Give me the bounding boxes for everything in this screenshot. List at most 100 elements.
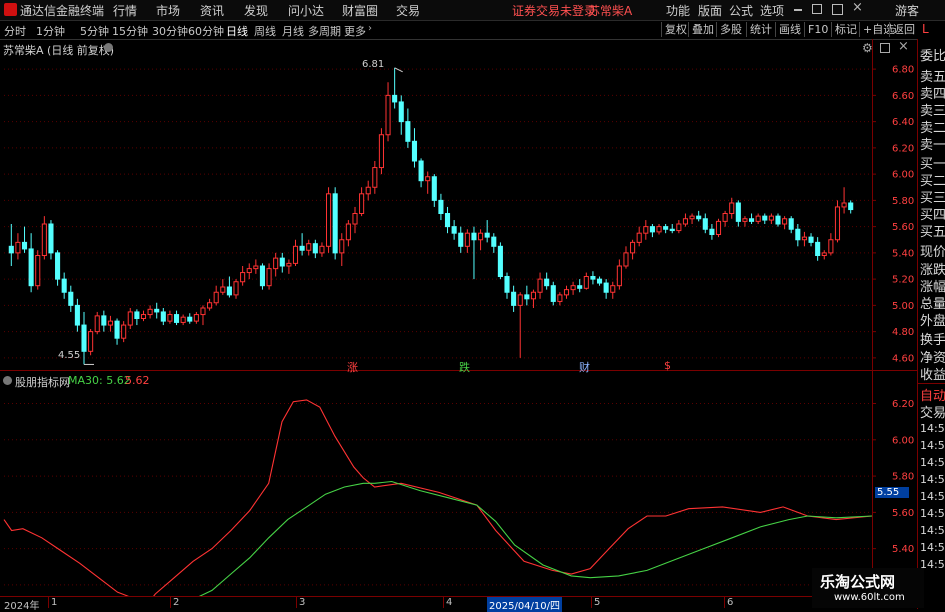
y-tick-label: 6.20 xyxy=(892,143,914,154)
candle xyxy=(590,271,596,285)
candle xyxy=(808,233,814,247)
candle xyxy=(544,272,550,290)
panel-time-3: 14:56 xyxy=(920,456,945,469)
candle xyxy=(537,272,543,299)
candle xyxy=(762,213,768,224)
candle xyxy=(286,259,292,274)
candle xyxy=(378,128,384,175)
event-marker-die[interactable]: 跌 xyxy=(459,359,470,375)
panel-turnover: 换手 xyxy=(920,333,945,348)
candle xyxy=(273,252,279,277)
candle xyxy=(484,220,490,243)
y-tick-label: 6.80 xyxy=(892,65,914,76)
candle xyxy=(312,239,318,259)
candle xyxy=(504,272,510,299)
candle xyxy=(398,95,404,135)
candle xyxy=(742,216,748,227)
y-tick-label: 5.80 xyxy=(892,472,914,483)
candle xyxy=(563,285,570,299)
panel-time-5: 14:56 xyxy=(920,490,945,503)
candle xyxy=(524,285,530,306)
candle xyxy=(848,200,854,214)
panel-trade[interactable]: 交易 xyxy=(920,402,945,421)
candle xyxy=(326,187,332,253)
candle xyxy=(88,329,94,356)
candle xyxy=(114,318,120,345)
candle xyxy=(768,213,774,224)
candle xyxy=(649,224,655,238)
y-tick-label: 6.60 xyxy=(892,91,914,102)
candle xyxy=(663,224,669,234)
event-marker-cai[interactable]: 财 xyxy=(579,359,590,375)
timeline-cursor-date: 2025/04/10/四 xyxy=(487,597,563,612)
y-tick-label: 5.40 xyxy=(892,544,914,555)
candle xyxy=(577,279,583,293)
candle xyxy=(478,229,484,251)
candle xyxy=(332,187,338,260)
candle xyxy=(557,292,563,306)
watermark-title: 乐淘公式网 xyxy=(820,573,896,591)
panel-divider xyxy=(918,383,945,384)
watermark-logo: 乐淘公式网 www.60lt.com xyxy=(812,568,924,608)
candle xyxy=(669,224,675,234)
timeline-month-5: 5 xyxy=(591,597,600,608)
series-line-ma30 xyxy=(3,399,873,602)
candle xyxy=(603,279,609,299)
indicator-current-value: 5.55 xyxy=(875,487,910,498)
y-tick-label: 4.80 xyxy=(892,327,914,338)
candle xyxy=(431,174,437,207)
timeline-month-2: 2 xyxy=(170,597,179,608)
candle xyxy=(319,242,325,257)
timeline-bar: 2024年 1 2 3 4 2025/04/10/四 5 6 xyxy=(0,596,872,612)
candle xyxy=(834,200,841,243)
indicator-name[interactable]: 股朋指标网 xyxy=(15,374,70,390)
indicator-grid xyxy=(4,403,872,586)
candle xyxy=(220,279,226,295)
quote-side-panel: 委比 卖五 卖四 卖三 卖二 卖一 买一 买二 买三 买四 买五 现价 涨跌 涨… xyxy=(917,39,945,609)
candle xyxy=(352,206,358,234)
candle xyxy=(643,220,649,240)
y-tick-label: 4.60 xyxy=(892,353,914,364)
charts-area: 4.60 4.80 5.00 5.20 5.40 5.60 5.80 6.00 6.20 6.40… xyxy=(0,39,917,604)
candle xyxy=(722,210,728,227)
candle xyxy=(193,311,199,324)
low-price-label: 4.55 xyxy=(58,350,81,361)
candle xyxy=(28,233,34,293)
y-tick-label: 5.00 xyxy=(892,301,914,312)
candle xyxy=(68,285,74,312)
candle xyxy=(41,216,47,260)
candle xyxy=(279,252,285,273)
candle xyxy=(167,310,173,324)
candle xyxy=(682,213,689,227)
candle xyxy=(550,281,556,306)
candle xyxy=(121,321,127,343)
candle xyxy=(497,242,503,280)
panel-time-4: 14:56 xyxy=(920,473,945,486)
event-marker-dollar[interactable]: $ xyxy=(664,359,671,372)
candle xyxy=(815,237,821,261)
candle xyxy=(596,276,603,286)
event-marker-zhang[interactable]: 涨 xyxy=(347,359,358,375)
candle xyxy=(154,302,160,319)
candle xyxy=(101,310,107,332)
candle xyxy=(21,226,28,253)
candle xyxy=(127,308,133,329)
panel-time-2: 14:56 xyxy=(920,439,945,452)
candle xyxy=(339,233,345,266)
candle xyxy=(425,171,431,194)
candle xyxy=(107,315,113,332)
candle xyxy=(828,233,834,256)
y-tick-label: 5.40 xyxy=(892,248,914,259)
candle xyxy=(405,108,411,148)
candle xyxy=(438,193,444,221)
indicator-dropdown-icon[interactable] xyxy=(3,376,12,385)
high-price-label: 6.81 xyxy=(362,59,385,70)
candle xyxy=(35,250,41,290)
panel-time-7: 14:56 xyxy=(920,524,945,537)
candle xyxy=(74,298,80,332)
candle xyxy=(173,310,180,326)
candle xyxy=(444,206,451,234)
candle xyxy=(253,259,259,274)
candle xyxy=(345,220,351,247)
panel-earnings: 收益 xyxy=(920,368,945,383)
